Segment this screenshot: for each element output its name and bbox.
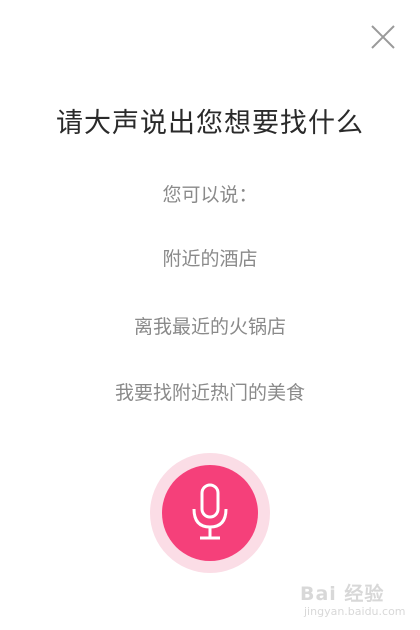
microphone-icon [192, 483, 228, 540]
close-icon [371, 25, 395, 49]
hint-label: 您可以说： [162, 184, 258, 206]
watermark: Bai 经验 jingyan.baidu.com [300, 575, 412, 623]
watermark-brand: Bai 经验 [300, 583, 385, 605]
suggestion-popular-food[interactable]: 我要找附近热门的美食 [0, 378, 420, 405]
voice-prompt-title: 请大声说出您想要找什么 [56, 108, 364, 139]
watermark-site: jingyan.baidu.com [304, 605, 406, 618]
close-button[interactable] [368, 22, 398, 52]
microphone-button[interactable] [162, 465, 258, 561]
suggestion-nearby-hotels[interactable]: 附近的酒店 [0, 244, 420, 271]
suggestion-nearest-hotpot[interactable]: 离我最近的火锅店 [0, 312, 420, 339]
